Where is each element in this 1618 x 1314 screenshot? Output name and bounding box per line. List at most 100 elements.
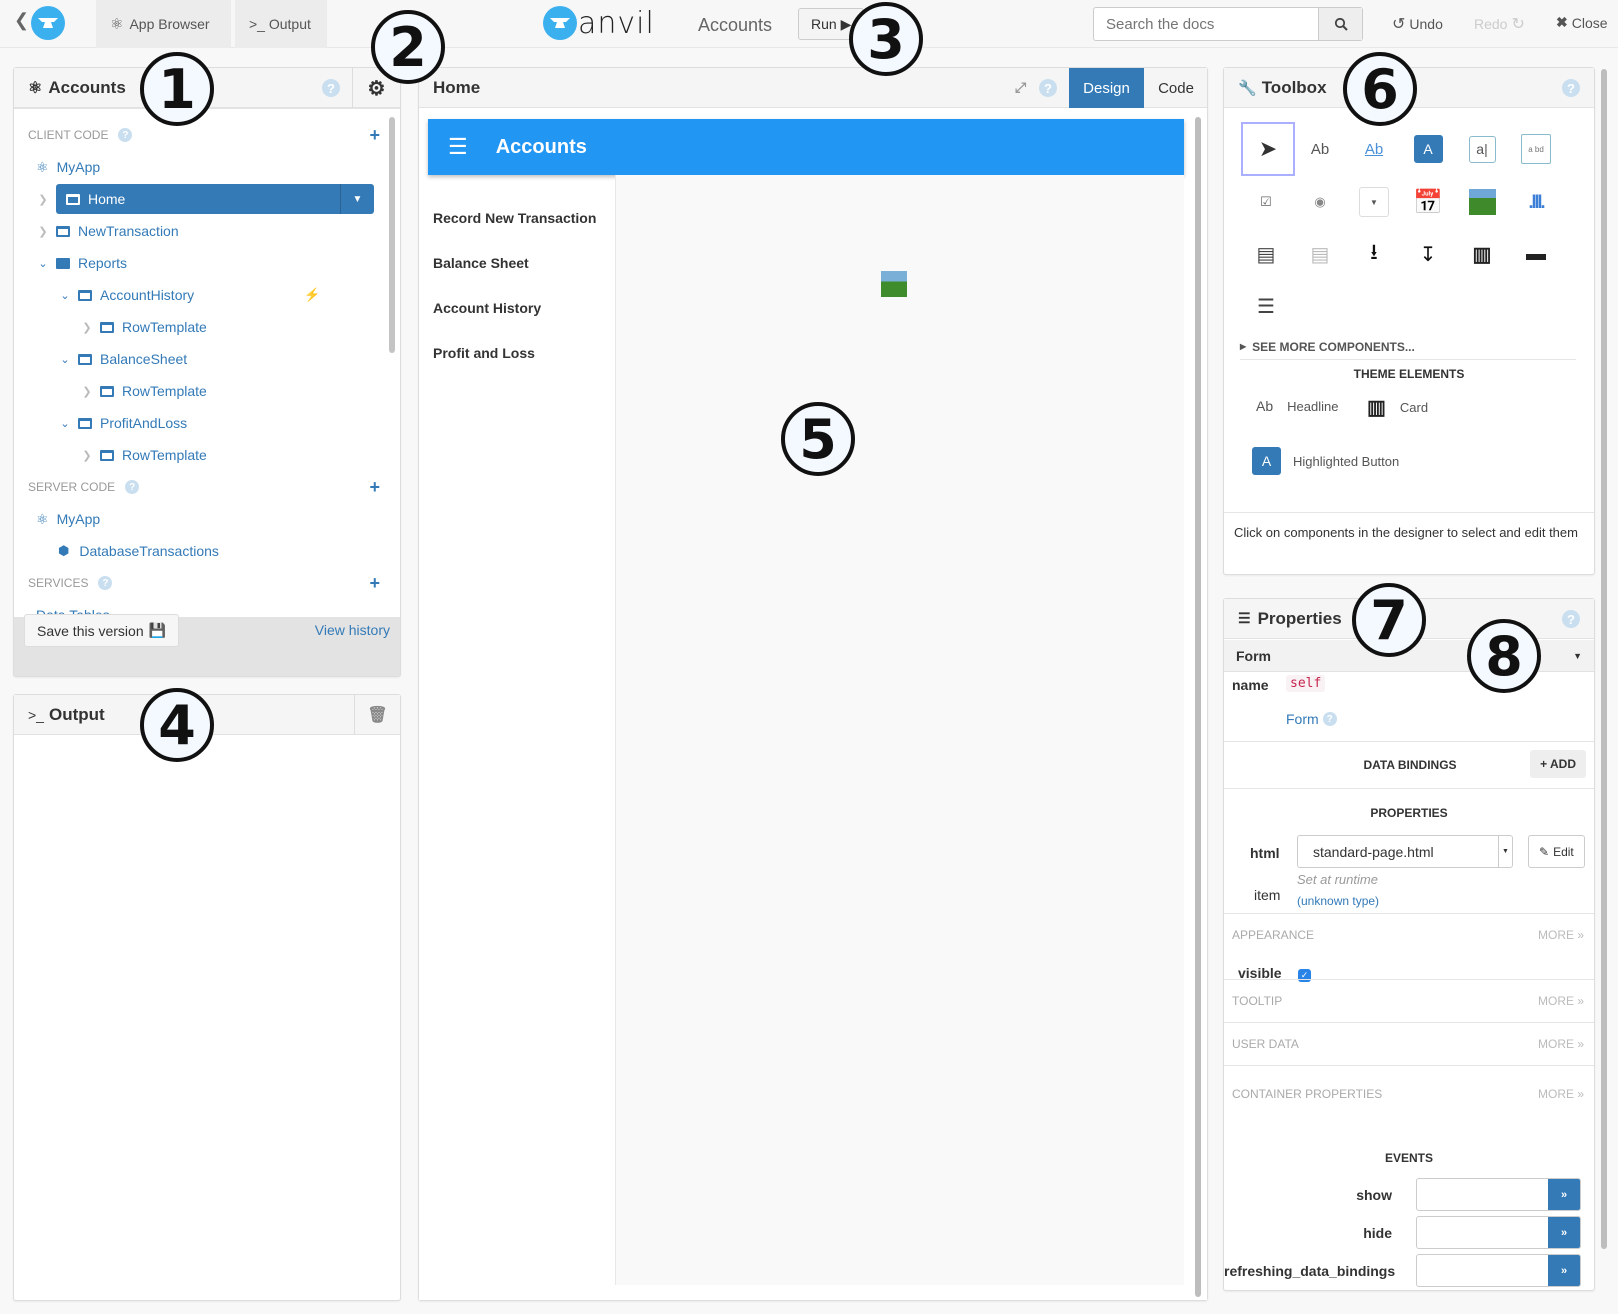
go-to-handler-icon[interactable]: » <box>1548 1179 1580 1210</box>
close-button[interactable]: ✖ Close <box>1556 14 1608 31</box>
app-browser-tab[interactable]: ⚛ App Browser <box>96 0 231 48</box>
canvas-scrollbar[interactable] <box>1195 117 1201 1297</box>
checkbox-tool[interactable]: ☑ <box>1242 178 1290 226</box>
redo-button[interactable]: Redo ↻ <box>1474 14 1525 34</box>
hamburger-menu-icon[interactable]: ☰ <box>448 134 468 160</box>
help-icon[interactable]: ? <box>322 79 340 97</box>
tree-item-rowtemplate[interactable]: ❯ RowTemplate <box>14 311 400 343</box>
view-history-link[interactable]: View history <box>315 622 390 638</box>
radio-tool[interactable]: ◉ <box>1296 178 1344 226</box>
appearance-group[interactable]: APPEARANCE MORE » <box>1224 913 1594 955</box>
pointer-tool[interactable]: ➤ <box>1241 122 1295 176</box>
tab-design[interactable]: Design <box>1069 68 1144 108</box>
tree-item-rowtemplate[interactable]: ❯ RowTemplate <box>14 439 400 471</box>
tree-item-home[interactable]: ❯ Home ▼ <box>14 183 400 215</box>
nav-link-account-history[interactable]: Account History <box>433 300 541 316</box>
chevron-right-icon[interactable]: ❯ <box>36 193 50 206</box>
content-area[interactable] <box>615 175 1184 1285</box>
design-canvas[interactable]: ☰ Accounts Record New Transaction Balanc… <box>419 109 1207 1300</box>
event-show-input[interactable]: » <box>1416 1178 1581 1211</box>
chevron-down-icon[interactable]: ⌄ <box>58 353 72 366</box>
help-icon[interactable]: ? <box>1562 79 1580 97</box>
textbox-tool[interactable]: a| <box>1458 125 1506 173</box>
item-type-link[interactable]: (unknown type) <box>1297 894 1379 908</box>
item-property-value[interactable]: Set at runtime <box>1297 872 1378 887</box>
help-icon[interactable]: ? <box>1322 712 1337 726</box>
tooltip-more-toggle[interactable]: MORE » <box>1538 994 1584 1008</box>
tree-item-accounthistory[interactable]: ⌄ AccountHistory ⚡ <box>14 279 400 311</box>
tree-item-rowtemplate[interactable]: ❯ RowTemplate <box>14 375 400 407</box>
add-client-module-button[interactable]: + <box>369 125 380 146</box>
datepicker-tool[interactable]: 📅 <box>1404 178 1452 226</box>
undo-button[interactable]: ↺ Undo <box>1392 14 1443 34</box>
help-icon[interactable]: ? <box>1039 79 1057 97</box>
go-to-handler-icon[interactable]: » <box>1548 1217 1580 1248</box>
data-grid-tool[interactable]: ▤ <box>1242 230 1290 278</box>
search-button[interactable] <box>1318 8 1362 40</box>
expand-icon[interactable]: ⤢ <box>1015 79 1026 96</box>
linear-panel-tool[interactable]: ☰ <box>1242 282 1290 330</box>
output-tab[interactable]: >_ Output <box>235 0 327 48</box>
image-tool[interactable] <box>1458 178 1506 226</box>
right-column-scrollbar[interactable] <box>1601 69 1607 1249</box>
user-data-group[interactable]: USER DATA MORE » <box>1224 1022 1594 1064</box>
column-panel-tool[interactable]: ▥ <box>1458 230 1506 278</box>
tree-item-myapp-client[interactable]: ⚛ MyApp <box>14 151 400 183</box>
anvil-logo-icon[interactable] <box>31 6 65 40</box>
help-icon[interactable]: ? <box>98 576 113 590</box>
help-icon[interactable]: ? <box>1562 610 1580 628</box>
textarea-tool[interactable]: a bd <box>1512 125 1560 173</box>
theme-element-headline[interactable]: Ab Headline <box>1256 398 1338 414</box>
chevron-right-icon[interactable]: ❯ <box>80 449 94 462</box>
selected-form-home[interactable]: Home ▼ <box>56 184 374 214</box>
tree-item-databasetransactions[interactable]: ⬢ DatabaseTransactions <box>14 535 400 567</box>
chevron-down-icon[interactable]: ⌄ <box>36 257 50 270</box>
component-type-link[interactable]: Form ? <box>1286 711 1337 727</box>
item-dropdown-caret-icon[interactable]: ▼ <box>340 184 374 214</box>
flow-panel-tool[interactable]: ▬ <box>1512 230 1560 278</box>
tree-item-myapp-server[interactable]: ⚛ MyApp <box>14 503 400 535</box>
help-icon[interactable]: ? <box>125 480 140 494</box>
appearance-more-toggle[interactable]: MORE » <box>1538 928 1584 942</box>
label-tool[interactable]: Ab <box>1296 125 1344 173</box>
add-server-module-button[interactable]: + <box>369 477 380 498</box>
dropdown-tool[interactable]: ▼ <box>1350 178 1398 226</box>
nav-link-profit-and-loss[interactable]: Profit and Loss <box>433 345 535 361</box>
user-data-more-toggle[interactable]: MORE » <box>1538 1037 1584 1051</box>
spacer-tool[interactable]: ↧ <box>1404 230 1452 278</box>
container-properties-group[interactable]: CONTAINER PROPERTIES MORE » <box>1224 1065 1594 1121</box>
repeating-panel-tool[interactable]: ▤ <box>1296 230 1344 278</box>
event-refreshing-data-bindings-input[interactable]: » <box>1416 1254 1581 1287</box>
help-icon[interactable]: ? <box>118 128 133 142</box>
theme-element-highlighted-button[interactable]: A Highlighted Button <box>1252 447 1399 475</box>
tree-item-reports[interactable]: ⌄ Reports <box>14 247 400 279</box>
chevron-down-icon[interactable]: ⌄ <box>58 417 72 430</box>
chevron-right-icon[interactable]: ❯ <box>80 385 94 398</box>
tree-item-profitandloss[interactable]: ⌄ ProfitAndLoss <box>14 407 400 439</box>
chevron-down-icon[interactable]: ⌄ <box>58 289 72 302</box>
go-to-handler-icon[interactable]: » <box>1548 1255 1580 1286</box>
link-tool[interactable]: Ab <box>1350 125 1398 173</box>
save-version-button[interactable]: Save this version 💾 <box>24 614 180 647</box>
container-properties-more-toggle[interactable]: MORE » <box>1538 1087 1584 1101</box>
chevron-right-icon[interactable]: ❯ <box>80 321 94 334</box>
html-property-select[interactable]: standard-page.html ▼ <box>1297 835 1513 868</box>
tree-item-balancesheet[interactable]: ⌄ BalanceSheet <box>14 343 400 375</box>
button-tool[interactable]: A <box>1404 125 1452 173</box>
clear-output-button[interactable]: 🗑 <box>354 695 400 735</box>
chevron-right-icon[interactable]: ❯ <box>36 225 50 238</box>
back-chevron-icon[interactable]: ❮ <box>14 10 29 31</box>
nav-link-balance-sheet[interactable]: Balance Sheet <box>433 255 529 271</box>
docs-search-input[interactable] <box>1094 8 1318 40</box>
tooltip-group[interactable]: TOOLTIP MORE » <box>1224 979 1594 1021</box>
name-value[interactable]: self <box>1286 675 1326 692</box>
add-data-binding-button[interactable]: + ADD <box>1530 750 1586 778</box>
image-placeholder-icon[interactable] <box>881 271 907 297</box>
see-more-components-toggle[interactable]: ▶ SEE MORE COMPONENTS... <box>1240 334 1576 360</box>
add-service-button[interactable]: + <box>369 573 380 594</box>
file-loader-tool[interactable]: ⭳ <box>1350 230 1398 278</box>
plot-tool[interactable]: .lll. <box>1512 178 1560 226</box>
theme-element-card[interactable]: ▥ Card <box>1367 395 1428 420</box>
tab-code[interactable]: Code <box>1144 68 1208 108</box>
tree-item-newtransaction[interactable]: ❯ NewTransaction <box>14 215 400 247</box>
